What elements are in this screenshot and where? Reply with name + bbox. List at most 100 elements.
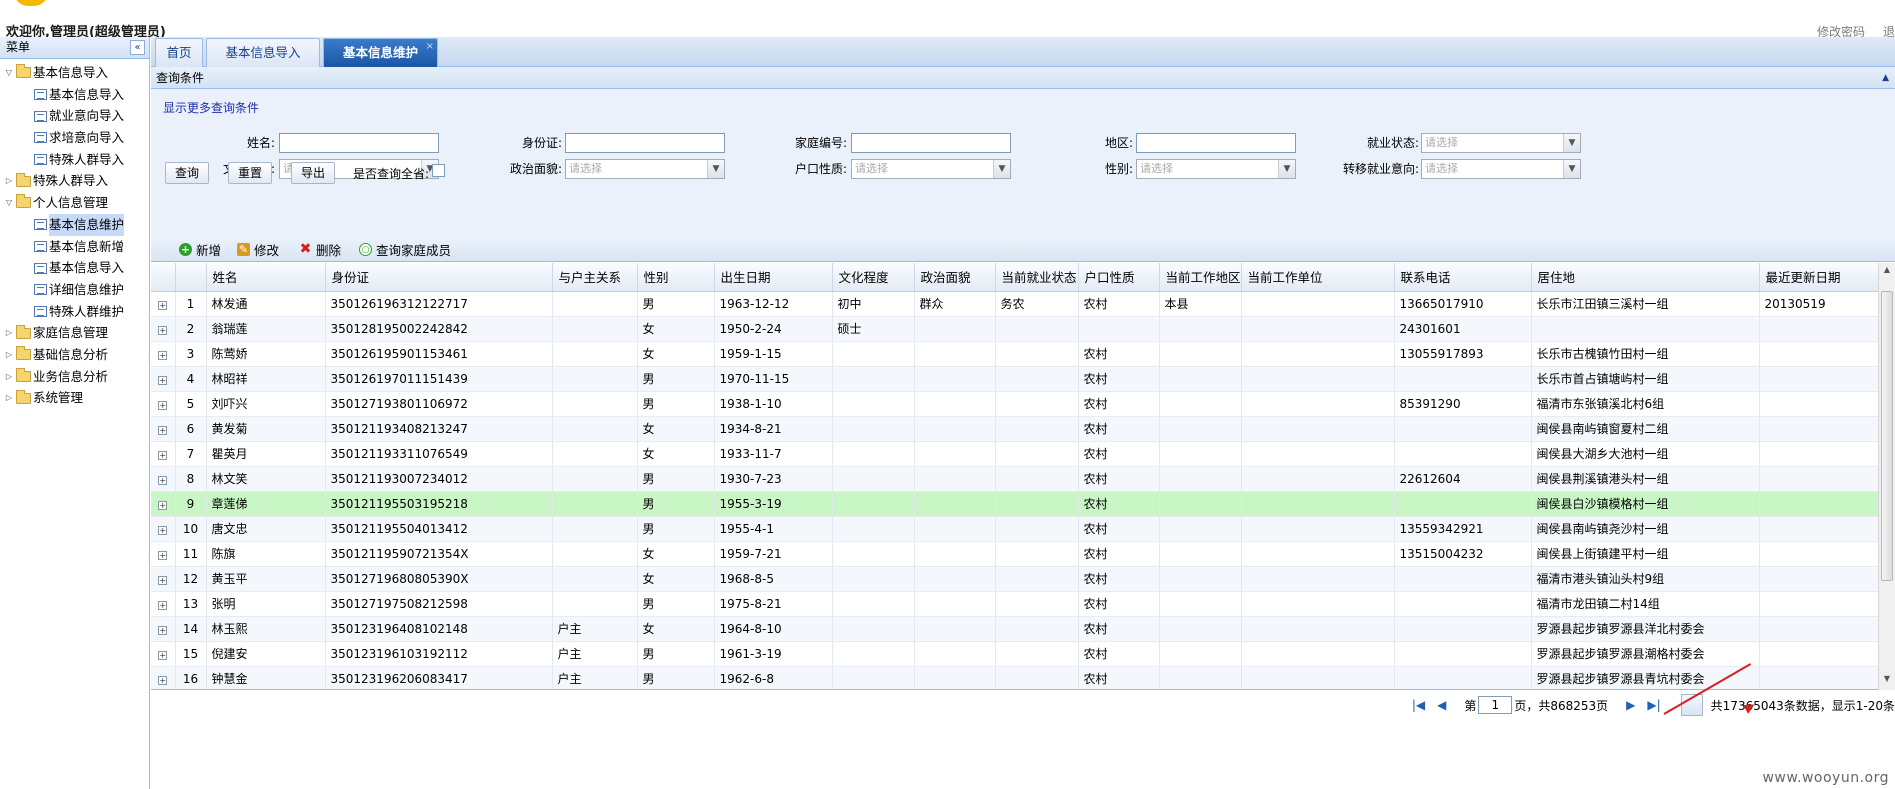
column-header[interactable]: 文化程度 <box>832 263 915 292</box>
column-header[interactable]: 最近更新日期 <box>1759 263 1879 292</box>
table-row[interactable]: +4 林昭祥 350126197011151439 男 1970-11-15 农村 长乐市首… <box>151 366 1879 392</box>
next-page-icon[interactable]: ▶ <box>1626 698 1635 712</box>
collapse-menu-button[interactable]: « <box>130 40 145 55</box>
menu-leaf-item[interactable]: 基本信息新增 <box>0 236 149 258</box>
export-button[interactable]: 导出 <box>291 162 336 184</box>
table-row[interactable]: +2 翁瑞莲 350128195002242842 女 1950-2-24 硕士 24301… <box>151 316 1879 342</box>
menu-group-item[interactable]: ▷ 业务信息分析 <box>0 366 149 388</box>
more-conditions-link[interactable]: 显示更多查询条件 <box>163 99 259 116</box>
query-select[interactable]: 请选择 ▼ <box>565 159 725 179</box>
row-expander-cell[interactable]: + <box>151 666 176 689</box>
page-number-input[interactable]: 1 <box>1478 696 1513 714</box>
column-header[interactable]: 户口性质 <box>1078 263 1160 292</box>
query-family-button[interactable]: ○ 查询家庭成员 <box>359 240 451 259</box>
table-row[interactable]: +7 瞿英月 350121193311076549 女 1933-11-7 农村 闽侯县大湖… <box>151 441 1879 467</box>
expand-plus-icon[interactable]: + <box>158 300 168 310</box>
menu-group-item[interactable]: ▽ 基本信息导入 <box>0 62 149 84</box>
row-expander-cell[interactable]: + <box>151 491 176 517</box>
menu-group-item[interactable]: ▷ 特殊人群导入 <box>0 170 149 192</box>
tab-basic-import[interactable]: 基本信息导入 <box>206 38 320 67</box>
row-expander-cell[interactable]: + <box>151 566 176 592</box>
query-input[interactable] <box>1136 133 1296 153</box>
menu-leaf-item[interactable]: 特殊人群维护 <box>0 301 149 323</box>
column-header[interactable]: 当前工作单位 <box>1241 263 1395 292</box>
expand-plus-icon[interactable]: + <box>158 500 168 510</box>
expand-plus-icon[interactable]: + <box>158 425 168 435</box>
query-input[interactable] <box>851 133 1011 153</box>
first-page-icon[interactable]: |◀ <box>1412 698 1425 712</box>
expand-plus-icon[interactable]: + <box>158 650 168 660</box>
menu-leaf-item[interactable]: 基本信息维护 <box>0 213 149 236</box>
row-expander-cell[interactable]: + <box>151 641 176 667</box>
column-header[interactable]: 性别 <box>637 263 715 292</box>
column-header[interactable] <box>175 263 207 292</box>
column-header[interactable]: 当前工作地区 <box>1159 263 1242 292</box>
menu-group-item[interactable]: ▷ 系统管理 <box>0 387 149 409</box>
menu-group-item[interactable]: ▷ 基础信息分析 <box>0 344 149 366</box>
reset-button[interactable]: 重置 <box>228 162 273 184</box>
expand-plus-icon[interactable]: + <box>158 625 168 635</box>
expand-plus-icon[interactable]: + <box>158 475 168 485</box>
column-header[interactable]: 居住地 <box>1531 263 1760 292</box>
expand-plus-icon[interactable]: + <box>158 550 168 560</box>
expand-plus-icon[interactable]: + <box>158 575 168 585</box>
row-expander-cell[interactable]: + <box>151 341 176 367</box>
table-row[interactable]: +14 林玉熙 350123196408102148 户主女 1964-8-10 农村 罗源… <box>151 616 1879 642</box>
prev-page-icon[interactable]: ◀ <box>1437 698 1446 712</box>
row-expander-cell[interactable]: + <box>151 516 176 542</box>
expand-plus-icon[interactable]: + <box>158 450 168 460</box>
close-icon[interactable]: × <box>426 33 434 61</box>
query-select[interactable]: 请选择 ▼ <box>1421 133 1581 153</box>
query-select[interactable]: 请选择 ▼ <box>1421 159 1581 179</box>
collapsed-triangle-icon[interactable]: ▷ <box>4 170 14 192</box>
expand-plus-icon[interactable]: + <box>158 675 168 685</box>
column-header[interactable]: 联系电话 <box>1394 263 1532 292</box>
table-row[interactable]: +9 章莲俤 350121195503195218 男 1955-3-19 农村 闽侯县白沙… <box>151 491 1879 517</box>
table-row[interactable]: +8 林文笑 350121193007234012 男 1930-7-23 农村 22612… <box>151 466 1879 492</box>
menu-leaf-item[interactable]: 基本信息导入 <box>0 257 149 279</box>
expand-plus-icon[interactable]: + <box>158 400 168 410</box>
row-expander-cell[interactable]: + <box>151 416 176 442</box>
delete-button[interactable]: ✖ 删除 <box>299 240 341 259</box>
column-header[interactable]: 与户主关系 <box>552 263 638 292</box>
column-header[interactable]: 当前就业状态 <box>995 263 1079 292</box>
edit-button[interactable]: ✎ 修改 <box>237 240 279 259</box>
expanded-triangle-icon[interactable]: ▽ <box>4 192 14 214</box>
expand-plus-icon[interactable]: + <box>158 375 168 385</box>
expand-plus-icon[interactable]: + <box>158 350 168 360</box>
column-header[interactable] <box>151 263 176 292</box>
collapsed-triangle-icon[interactable]: ▷ <box>4 344 14 366</box>
row-expander-cell[interactable]: + <box>151 591 176 617</box>
menu-leaf-item[interactable]: 求培意向导入 <box>0 127 149 149</box>
table-row[interactable]: +3 陈莺娇 350126195901153461 女 1959-1-15 农村 13055… <box>151 341 1879 367</box>
table-row[interactable]: +15 倪建安 350123196103192112 户主男 1961-3-19 农村 罗源… <box>151 641 1879 667</box>
table-row[interactable]: +11 陈旗 35012119590721354X 女 1959-7-21 农村 13515… <box>151 541 1879 567</box>
tab-home[interactable]: 首页 <box>155 38 203 67</box>
row-expander-cell[interactable]: + <box>151 466 176 492</box>
menu-leaf-item[interactable]: 详细信息维护 <box>0 279 149 301</box>
query-input[interactable] <box>565 133 725 153</box>
scroll-thumb[interactable] <box>1881 291 1893 581</box>
chevron-down-icon[interactable]: ▼ <box>1563 160 1580 178</box>
table-row[interactable]: +1 林发通 350126196312122717 男 1963-12-12 初中 群众 务农… <box>151 291 1879 317</box>
grid-vertical-scrollbar[interactable]: ▲ ▼ <box>1878 263 1895 690</box>
table-row[interactable]: +16 钟慧金 350123196206083417 户主男 1962-6-8 农村 罗源县… <box>151 666 1879 689</box>
menu-leaf-item[interactable]: 特殊人群导入 <box>0 149 149 171</box>
row-expander-cell[interactable]: + <box>151 316 176 342</box>
chevron-down-icon[interactable]: ▼ <box>1563 134 1580 152</box>
expand-plus-icon[interactable]: + <box>158 525 168 535</box>
menu-leaf-item[interactable]: 就业意向导入 <box>0 105 149 127</box>
column-header[interactable]: 姓名 <box>206 263 326 292</box>
table-row[interactable]: +6 黄发菊 350121193408213247 女 1934-8-21 农村 闽侯县南屿… <box>151 416 1879 442</box>
add-button[interactable]: + 新增 <box>179 240 221 259</box>
scroll-down-icon[interactable]: ▼ <box>1879 674 1895 688</box>
menu-group-item[interactable]: ▽ 个人信息管理 <box>0 192 149 214</box>
scroll-up-icon[interactable]: ▲ <box>1879 265 1895 279</box>
row-expander-cell[interactable]: + <box>151 541 176 567</box>
table-row[interactable]: +12 黄玉平 35012719680805390X 女 1968-8-5 农村 福清市港头… <box>151 566 1879 592</box>
row-expander-cell[interactable]: + <box>151 441 176 467</box>
row-expander-cell[interactable]: + <box>151 291 176 317</box>
all-province-checkbox[interactable] <box>432 164 445 177</box>
menu-leaf-item[interactable]: 基本信息导入 <box>0 84 149 106</box>
expand-plus-icon[interactable]: + <box>158 600 168 610</box>
